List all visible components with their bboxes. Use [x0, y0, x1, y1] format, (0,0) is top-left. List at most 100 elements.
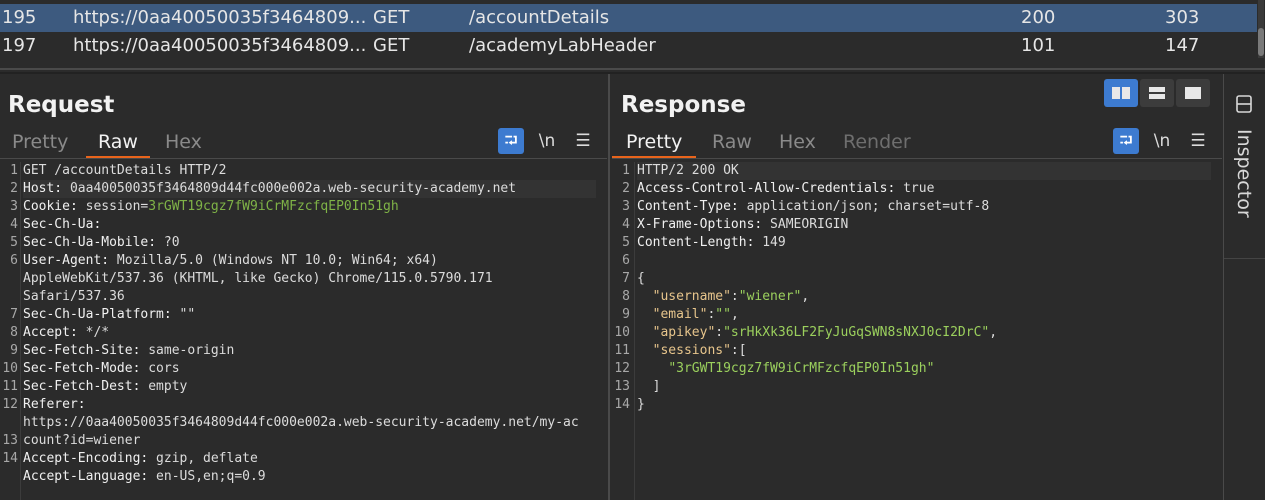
tab-pretty[interactable]: Pretty — [612, 128, 697, 159]
pane-splitter[interactable] — [608, 74, 610, 500]
line-text: : — [715, 325, 724, 340]
line-number: 8 — [622, 289, 630, 304]
header-name: Accept: — [23, 325, 78, 340]
wrap-lines-icon[interactable]: ⮒ — [498, 128, 524, 154]
code-line: "3rGWT19cgz7fW9iCrMFzcfqEP0In51gh" — [637, 360, 1211, 378]
line-number — [0, 288, 18, 306]
line-number: 9 — [622, 307, 630, 322]
request-tabs: Pretty Raw Hex — [12, 128, 242, 159]
tab-hex[interactable]: Hex — [779, 128, 816, 156]
line-number: 2 — [622, 181, 630, 196]
row-method: GET — [373, 7, 410, 28]
line-number: 6 — [622, 253, 630, 268]
row-method: GET — [373, 35, 410, 56]
code-line: ] — [637, 378, 1211, 396]
newline-toggle[interactable]: \n — [1149, 128, 1175, 154]
code-line: X-Frame-Options: SAMEORIGIN — [637, 216, 1211, 234]
response-code[interactable]: HTTP/2 200 OK Access-Control-Allow-Creden… — [637, 162, 1211, 414]
line-number: 2 — [10, 181, 18, 196]
row-length: 303 — [1165, 7, 1200, 28]
code-line: GET /accountDetails HTTP/2 — [23, 162, 596, 180]
line-text: 0aa40050035f3464809d44fc000e002a.web-sec… — [62, 181, 517, 196]
line-number: 4 — [10, 217, 18, 232]
layout-side-by-side-icon[interactable] — [1104, 79, 1138, 107]
row-host: https://0aa40050035f3464809... — [73, 35, 367, 56]
wrap-lines-icon[interactable]: ⮒ — [1113, 128, 1139, 154]
code-line: Accept-Encoding: gzip, deflate — [23, 450, 596, 468]
code-line: Safari/537.36 — [23, 288, 596, 306]
line-text: same-origin — [140, 343, 235, 358]
menu-icon[interactable]: ☰ — [1185, 128, 1211, 154]
line-text: 149 — [754, 235, 786, 250]
code-line: "sessions":[ — [637, 342, 1211, 360]
tab-hex[interactable]: Hex — [165, 128, 202, 156]
line-text: true — [895, 181, 935, 196]
code-line: } — [637, 396, 1211, 414]
history-scrollbar[interactable] — [1258, 0, 1264, 58]
line-number — [0, 414, 18, 432]
row-id: 195 — [2, 7, 37, 28]
line-number: 14 — [2, 451, 18, 466]
header-name: Content-Type: — [637, 199, 739, 214]
response-title: Response — [621, 92, 746, 118]
line-text: :[ — [730, 343, 747, 358]
row-path: /academyLabHeader — [469, 35, 656, 56]
history-table: 195 https://0aa40050035f3464809... GET /… — [0, 0, 1265, 70]
tab-raw[interactable]: Raw — [86, 128, 150, 159]
tab-pretty[interactable]: Pretty — [12, 128, 68, 156]
code-line: Sec-Ch-Ua-Platform: "" — [23, 306, 596, 324]
splitter[interactable] — [0, 68, 1265, 70]
header-name: X-Frame-Options: — [637, 217, 763, 232]
code-line: Sec-Fetch-Mode: cors — [23, 360, 596, 378]
row-host: https://0aa40050035f3464809... — [73, 7, 367, 28]
newline-toggle[interactable]: \n — [534, 128, 560, 154]
line-number: 7 — [622, 271, 630, 286]
line-number: 13 — [614, 379, 630, 394]
line-text: cors — [140, 361, 180, 376]
history-row[interactable]: 197 https://0aa40050035f3464809... GET /… — [0, 32, 1257, 60]
line-text: session= — [77, 199, 149, 214]
line-text: Safari/537.36 — [23, 289, 125, 304]
response-pane: Response Pretty Raw Hex Render ⮒ \n ☰ 12… — [612, 74, 1222, 500]
line-number: 3 — [622, 199, 630, 214]
line-text: GET /accountDetails HTTP/2 — [23, 163, 227, 178]
code-line: Sec-Ch-Ua: — [23, 216, 596, 234]
layout-single-icon[interactable] — [1176, 79, 1210, 107]
tab-raw[interactable]: Raw — [712, 128, 752, 156]
scrollbar-thumb[interactable] — [1258, 28, 1264, 56]
line-number: 11 — [2, 379, 18, 394]
code-line: AppleWebKit/537.36 (KHTML, like Gecko) C… — [23, 270, 596, 288]
line-text: application/json; charset=utf-8 — [738, 199, 990, 214]
line-numbers: 1 2 3 4 5 6 7 8 9 10 11 12 13 14 — [612, 162, 630, 414]
json-value: "wiener" — [738, 289, 802, 304]
layout-stacked-icon[interactable] — [1140, 79, 1174, 107]
gutter-line — [20, 162, 21, 500]
inspector-tab[interactable]: Inspector — [1224, 74, 1265, 264]
code-line: Sec-Ch-Ua-Mobile: ?0 — [23, 234, 596, 252]
header-name: Sec-Fetch-Dest: — [23, 379, 141, 394]
line-text: en-US,en;q=0.9 — [148, 469, 266, 484]
request-pane: Request Pretty Raw Hex ⮒ \n ☰ 1234567891… — [0, 74, 607, 500]
code-line: Content-Type: application/json; charset=… — [637, 198, 1211, 216]
request-title: Request — [8, 92, 115, 118]
line-number: 4 — [622, 217, 630, 232]
request-code[interactable]: GET /accountDetails HTTP/2 Host: 0aa40050… — [23, 162, 596, 486]
tab-divider — [0, 158, 607, 159]
code-line: Accept: */* — [23, 324, 596, 342]
line-number: 14 — [614, 397, 630, 412]
line-number: 3 — [10, 199, 18, 214]
line-number: 7 — [10, 307, 18, 322]
line-number: 10 — [2, 361, 18, 376]
code-line: Sec-Fetch-Dest: empty — [23, 378, 596, 396]
json-punct: , — [989, 325, 998, 340]
code-line: Cookie: session=3rGWT19cgz7fW9iCrMFzcfqE… — [23, 198, 596, 216]
json-value: "" — [715, 307, 731, 322]
history-row[interactable]: 195 https://0aa40050035f3464809... GET /… — [0, 4, 1257, 32]
tab-render[interactable]: Render — [843, 128, 911, 156]
menu-icon[interactable]: ☰ — [570, 128, 596, 154]
code-line: Sec-Fetch-Site: same-origin — [23, 342, 596, 360]
inspector-label: Inspector — [1233, 129, 1255, 218]
header-name: Host: — [23, 181, 63, 196]
header-name: Sec-Ch-Ua: — [23, 217, 102, 232]
line-number: 12 — [2, 397, 18, 412]
